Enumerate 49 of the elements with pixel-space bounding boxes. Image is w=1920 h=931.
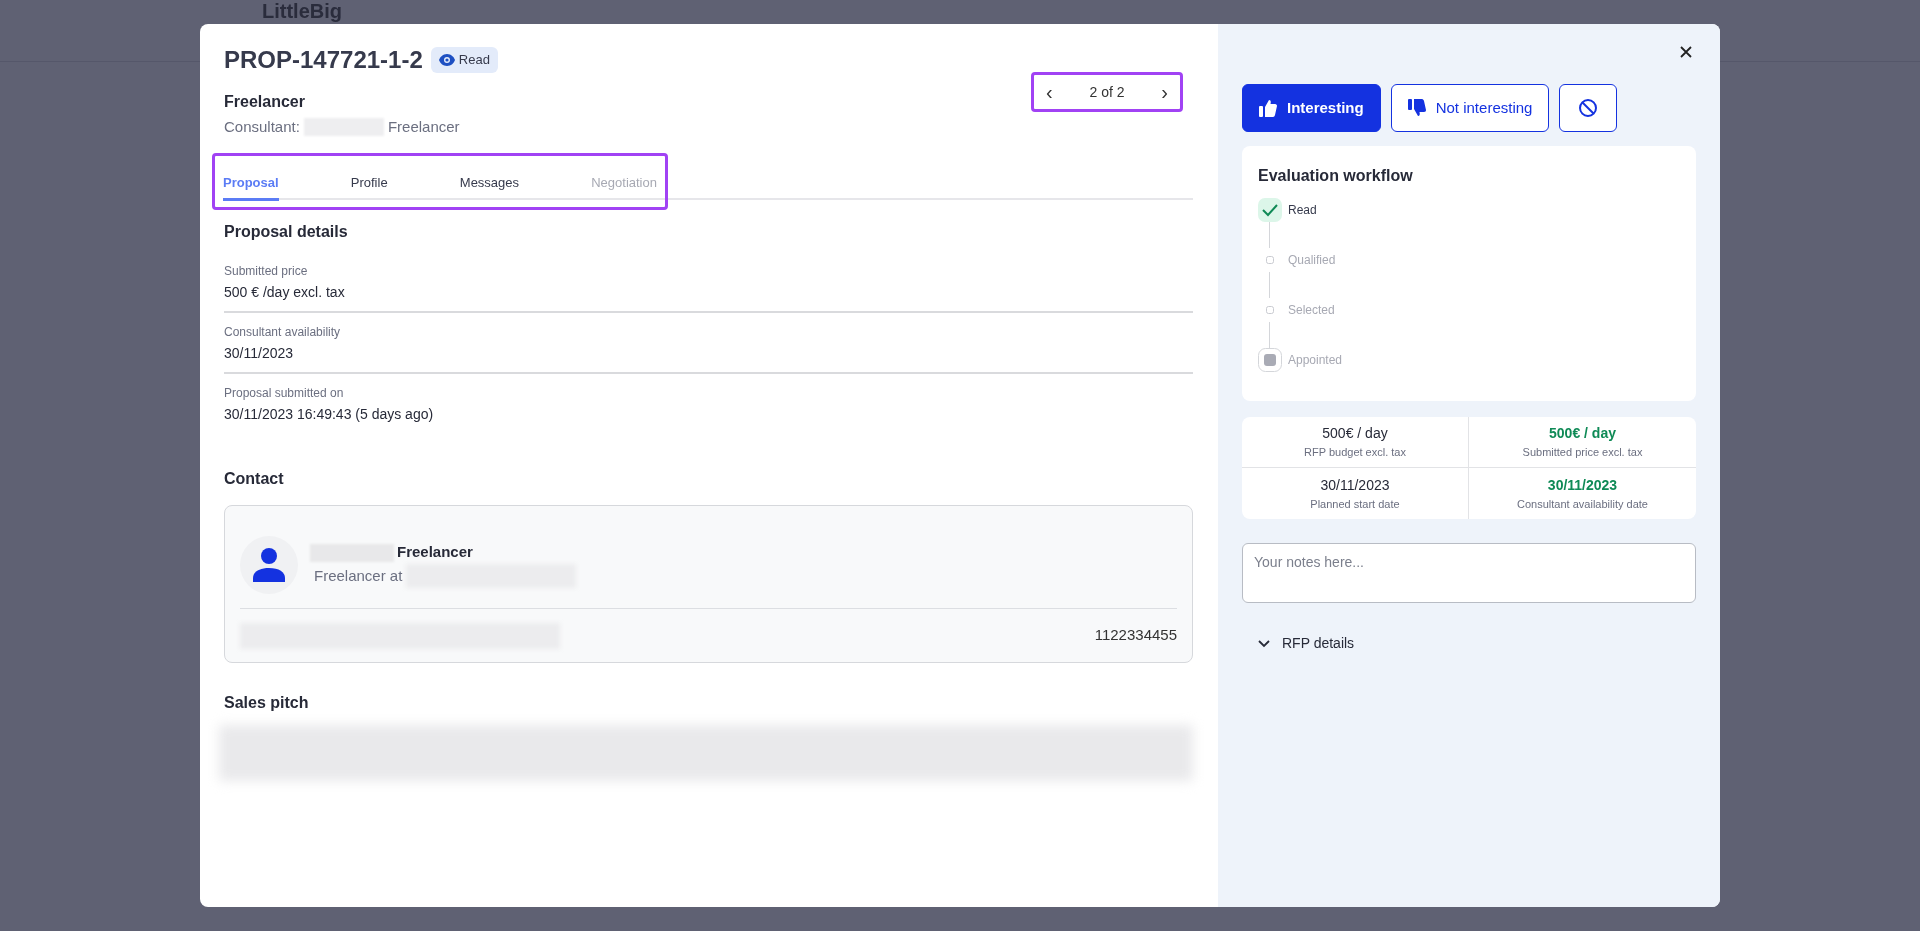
field-label: Proposal submitted on	[224, 384, 345, 402]
previous-button[interactable]: ‹	[1042, 77, 1057, 107]
close-icon	[1680, 46, 1692, 58]
step-label: Qualified	[1288, 252, 1336, 269]
field-label: Consultant availability	[224, 323, 342, 341]
role-title: Freelancer	[224, 92, 306, 112]
field-label: Submitted price	[224, 262, 309, 280]
next-button[interactable]: ›	[1157, 77, 1172, 107]
person-icon	[253, 547, 285, 582]
field-value: 30/11/2023 16:49:43 (5 days ago)	[224, 404, 435, 424]
consultant-name: Freelancer	[387, 117, 460, 137]
consultant-label: Consultant:	[224, 117, 300, 137]
field-value: 500 € /day excl. tax	[224, 282, 346, 302]
contact-phone: 1122334455	[1094, 625, 1177, 646]
section-heading: Sales pitch	[224, 692, 310, 713]
contact-name: Freelancer	[397, 542, 473, 563]
stat-value: 30/11/2023	[1320, 475, 1390, 495]
ban-icon	[1578, 98, 1599, 118]
read-badge: Read	[430, 47, 498, 73]
section-heading: Proposal details	[224, 221, 349, 242]
field-value: 30/11/2023	[224, 343, 295, 363]
stat-label: Consultant availability date	[1517, 496, 1648, 512]
section-heading: Contact	[224, 468, 285, 489]
thumbs-up-icon	[1259, 99, 1277, 117]
step-label: Read	[1288, 202, 1317, 219]
step-label: Selected	[1288, 302, 1335, 319]
stat-value: 500€ / day	[1322, 424, 1388, 444]
eye-icon	[438, 54, 455, 66]
contact-position: Freelancer at	[314, 565, 403, 586]
notes-field[interactable]: Your notes here...	[1242, 543, 1696, 603]
reject-button[interactable]	[1559, 84, 1618, 132]
app-name: LittleBig	[262, 1, 342, 21]
tab[interactable]: Proposal	[223, 161, 279, 201]
tab[interactable]: Messages	[459, 161, 520, 201]
pager-count: 2 of 2	[1089, 82, 1125, 102]
stat-label: Planned start date	[1310, 496, 1400, 512]
stat-value: 500€ / day	[1549, 424, 1616, 444]
proposal-title: PROP-147721-1-2	[224, 45, 423, 75]
tab[interactable]: Profile	[350, 161, 388, 201]
stat-label: Submitted price excl. tax	[1522, 445, 1643, 461]
rfp-details-toggle[interactable]: RFP details	[1258, 633, 1696, 654]
card-title: Evaluation workflow	[1258, 166, 1414, 186]
chevron-down-icon	[1258, 639, 1270, 648]
interesting-button[interactable]: Interesting	[1242, 84, 1381, 132]
stat-value: 30/11/2023	[1547, 475, 1618, 495]
thumbs-down-icon	[1407, 99, 1426, 117]
stat-label: RFP budget excl. tax	[1304, 445, 1406, 461]
step-label: Appointed	[1288, 352, 1343, 369]
not-interesting-button[interactable]: Not interesting	[1390, 84, 1550, 132]
